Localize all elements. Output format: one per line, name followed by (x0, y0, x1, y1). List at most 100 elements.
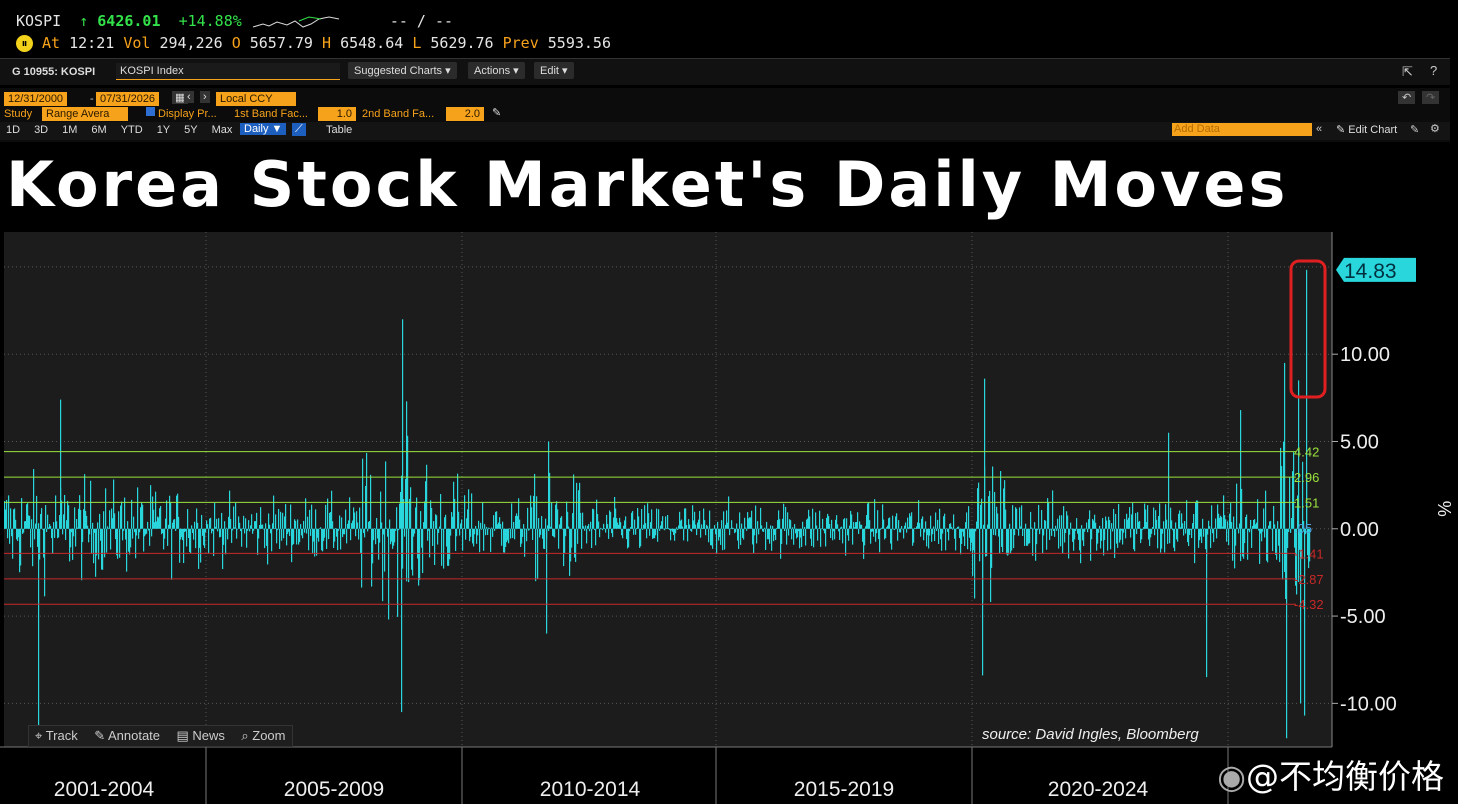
undo-icon[interactable]: ↶ (1398, 91, 1416, 104)
bar (1182, 523, 1184, 529)
bar (281, 528, 283, 541)
bar (1104, 528, 1106, 541)
end-date-input[interactable]: 07/31/2026 (96, 92, 160, 106)
currency-select[interactable]: Local CCY (216, 92, 296, 106)
bar (1089, 510, 1091, 529)
table-button[interactable]: Table (326, 124, 352, 136)
bar (167, 528, 169, 546)
bar (501, 528, 503, 546)
start-date-input[interactable]: 12/31/2000 (4, 92, 68, 106)
study-select[interactable]: Range Avera (42, 107, 128, 121)
add-data-input[interactable]: Add Data (1172, 123, 1312, 136)
bar (1191, 528, 1193, 539)
bar (837, 524, 839, 529)
period-button-3d[interactable]: 3D (34, 124, 48, 136)
bar (942, 528, 944, 534)
period-button-1d[interactable]: 1D (6, 124, 20, 136)
gear-icon[interactable]: ⚙ (1430, 122, 1440, 135)
period-button-6m[interactable]: 6M (91, 124, 106, 136)
bar (1106, 520, 1108, 529)
bar (598, 521, 600, 529)
band2-input[interactable]: 2.0 (446, 107, 484, 121)
sparkline-icon (252, 15, 339, 28)
bar (551, 502, 553, 529)
period-button-5y[interactable]: 5Y (184, 124, 197, 136)
actions-button[interactable]: Actions ▾ (468, 62, 525, 79)
export-icon[interactable]: ⇱ (1402, 64, 1413, 80)
bar (968, 506, 970, 529)
edit-button[interactable]: Edit ▾ (534, 62, 574, 79)
period-button-ytd[interactable]: YTD (121, 124, 143, 136)
bar (844, 518, 846, 529)
pencil-icon[interactable]: ✎ (492, 106, 501, 119)
bar (814, 528, 816, 530)
bar (879, 528, 881, 553)
bar (603, 523, 605, 529)
bar (1286, 528, 1288, 739)
bar (1251, 528, 1253, 548)
bar (1163, 521, 1165, 529)
news-button[interactable]: ▤ News (170, 726, 230, 746)
bar (1080, 528, 1082, 564)
bar (699, 510, 701, 529)
bar (509, 528, 511, 529)
track-button[interactable]: ⌖ Track (29, 726, 84, 746)
frequency-select[interactable]: Daily ▼ (240, 123, 287, 135)
bar (374, 528, 376, 529)
bar (1000, 471, 1002, 529)
bar (803, 528, 805, 536)
bar (197, 522, 199, 529)
band1-input[interactable]: 1.0 (318, 107, 356, 121)
edit-icon[interactable]: ✎ (1410, 123, 1419, 136)
edit-chart-button[interactable]: ✎ Edit Chart (1336, 123, 1397, 136)
bar (279, 528, 281, 549)
bar (659, 528, 661, 531)
bar (233, 506, 235, 529)
bar (248, 520, 250, 529)
bar (705, 528, 707, 536)
bar (126, 528, 128, 572)
period-button-1y[interactable]: 1Y (157, 124, 170, 136)
bar (519, 519, 521, 529)
chevron-left-icon[interactable]: ‹ (184, 91, 194, 103)
chevron-right-icon[interactable]: › (200, 91, 210, 103)
bar (481, 528, 483, 530)
bar (456, 528, 458, 537)
bar (289, 528, 291, 537)
bar (1129, 507, 1131, 529)
bar (1030, 511, 1032, 529)
redo-icon[interactable]: ↷ (1422, 91, 1440, 104)
band1-label: 1st Band Fac... (234, 108, 308, 120)
bar (97, 522, 99, 529)
bar (244, 528, 246, 534)
bar (739, 512, 741, 529)
bar (485, 528, 487, 536)
period-button-max[interactable]: Max (212, 124, 233, 136)
bar (395, 528, 397, 531)
security-input[interactable]: KOSPI Index (116, 63, 340, 80)
bar (741, 523, 743, 529)
bar (1246, 514, 1248, 529)
bar (1267, 528, 1269, 563)
suggested-charts-button[interactable]: Suggested Charts ▾ (348, 62, 457, 79)
bar (744, 517, 746, 529)
track-label: Track (45, 728, 78, 743)
bar (714, 525, 716, 529)
display-checkbox[interactable] (146, 107, 155, 116)
bar (1107, 528, 1109, 551)
period-button-1m[interactable]: 1M (62, 124, 77, 136)
bar (50, 525, 52, 529)
collapse-icon[interactable]: « (1316, 123, 1322, 135)
bar (381, 522, 383, 529)
annotate-button[interactable]: ✎ Annotate (88, 726, 166, 746)
bar (788, 528, 790, 536)
line-chart-icon[interactable]: ⟋ (292, 123, 306, 136)
bar (1166, 519, 1168, 529)
help-icon[interactable]: ? (1430, 63, 1437, 78)
bar (913, 528, 915, 543)
bar (1032, 528, 1034, 556)
zoom-button[interactable]: ⌕ Zoom (235, 726, 291, 746)
bar (664, 528, 666, 531)
bar (622, 528, 624, 539)
bar (1038, 504, 1040, 529)
